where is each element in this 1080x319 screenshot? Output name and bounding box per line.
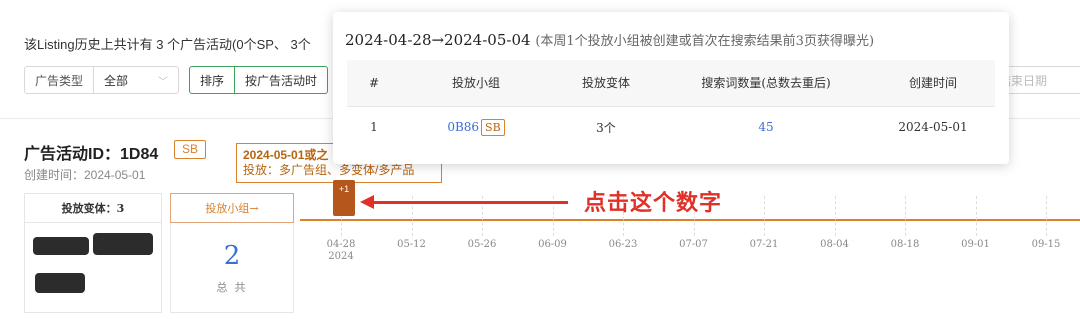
campaign-type-badge: SB [174, 140, 207, 159]
sort-select[interactable]: 排序 按广告活动时 [189, 66, 329, 94]
timeline-date-label: 08-18 [890, 239, 920, 250]
sort-value: 按广告活动时 [245, 73, 318, 88]
week-detail-popup: 2024-04-28→2024-05-04 (本周1个投放小组被创建或首次在搜索… [333, 12, 1009, 164]
listing-summary-text: 该Listing历史上共计有 3 个广告活动(0个SP、 3个 [24, 37, 311, 52]
filter-bar: 广告类型 全部 ﹀ 排序 按广告活动时 [24, 66, 329, 94]
row-variants: 3个 [596, 120, 616, 135]
timeline-date-label: 06-09 [538, 239, 567, 250]
timeline-date-label: 05-12 [397, 239, 426, 250]
ad-group-total-label: 总 共 [216, 282, 248, 294]
timeline-date-label: 09-15 [1031, 239, 1061, 250]
sofa-image [35, 273, 85, 293]
timeline-date-label: 06-23 [608, 239, 638, 250]
timeline-year-label: 2024 [328, 251, 354, 262]
timeline-date-label: 08-04 [820, 239, 849, 250]
click-instruction: 点击这个数字 [584, 190, 723, 215]
row-created: 2024-05-01 [898, 120, 968, 135]
variant-header[interactable]: 投放变体：3 [24, 193, 162, 223]
ad-type-label: 广告类型 [25, 67, 95, 93]
popup-subtitle: (本周1个投放小组被创建或首次在搜索结果前3页获得曝光) [535, 34, 875, 49]
col-created-time: 创建时间 [871, 60, 995, 107]
col-variant: 投放变体 [551, 60, 661, 107]
popup-date-range: 2024-04-28→2024-05-04 [345, 31, 531, 49]
timeline-gridline [975, 196, 977, 236]
timeline-date-label: 09-01 [961, 239, 990, 250]
ad-group-link[interactable]: 0B86 [447, 120, 479, 134]
sofa-image [93, 233, 153, 255]
timeline-gridline [834, 196, 836, 236]
ad-group-type-tag: SB [481, 118, 505, 136]
new-group-marker[interactable]: +1 [333, 180, 355, 216]
row-keyword-count[interactable]: 45 [661, 106, 871, 148]
table-header-row: # 投放小组 投放变体 搜索词数量(总数去重后) 创建时间 [347, 60, 995, 107]
timeline-date-label: 07-07 [679, 239, 708, 250]
col-index: # [347, 60, 401, 107]
variant-product-images [24, 223, 162, 313]
table-row: 1 0B86 SB 3个 45 2024-05-01 [347, 106, 995, 148]
campaign-note-line2: 投放：多广告组、多变体/多产品 [243, 163, 415, 177]
row-index: 1 [370, 120, 378, 135]
ad-group-header[interactable]: 投放小组→ [170, 193, 294, 223]
arrow-line [372, 201, 568, 204]
timeline-gridline [1046, 196, 1047, 236]
sort-label: 排序 [190, 67, 236, 93]
timeline-date-label: 05-26 [467, 239, 497, 250]
popup-title: 2024-04-28→2024-05-04 (本周1个投放小组被创建或首次在搜索… [345, 30, 874, 49]
ad-group-count-cell: 2 总 共 [170, 223, 294, 313]
ad-type-select[interactable]: 广告类型 全部 ﹀ [24, 66, 180, 94]
campaign-created-time: 创建时间：2024-05-01 [24, 168, 146, 182]
timeline-gridline [764, 196, 765, 236]
chevron-down-icon: ﹀ [158, 76, 169, 88]
row-ad-group: 0B86 SB [401, 106, 551, 148]
ad-group-table: # 投放小组 投放变体 搜索词数量(总数去重后) 创建时间 1 0B86 SB 3… [347, 60, 995, 148]
timeline-date-label: 07-21 [749, 239, 779, 250]
timeline-date-label: 04-28 2024 [321, 239, 361, 263]
col-keyword-count: 搜索词数量(总数去重后) [661, 60, 871, 107]
sofa-image [33, 237, 89, 255]
campaign-id-title: 广告活动ID：1D84 [24, 146, 159, 163]
ad-type-value: 全部 [104, 73, 129, 88]
timeline-gridline [905, 196, 906, 236]
timeline-bar [300, 219, 1080, 221]
ad-group-count[interactable]: 2 [171, 241, 293, 271]
col-ad-group: 投放小组 [401, 60, 551, 107]
